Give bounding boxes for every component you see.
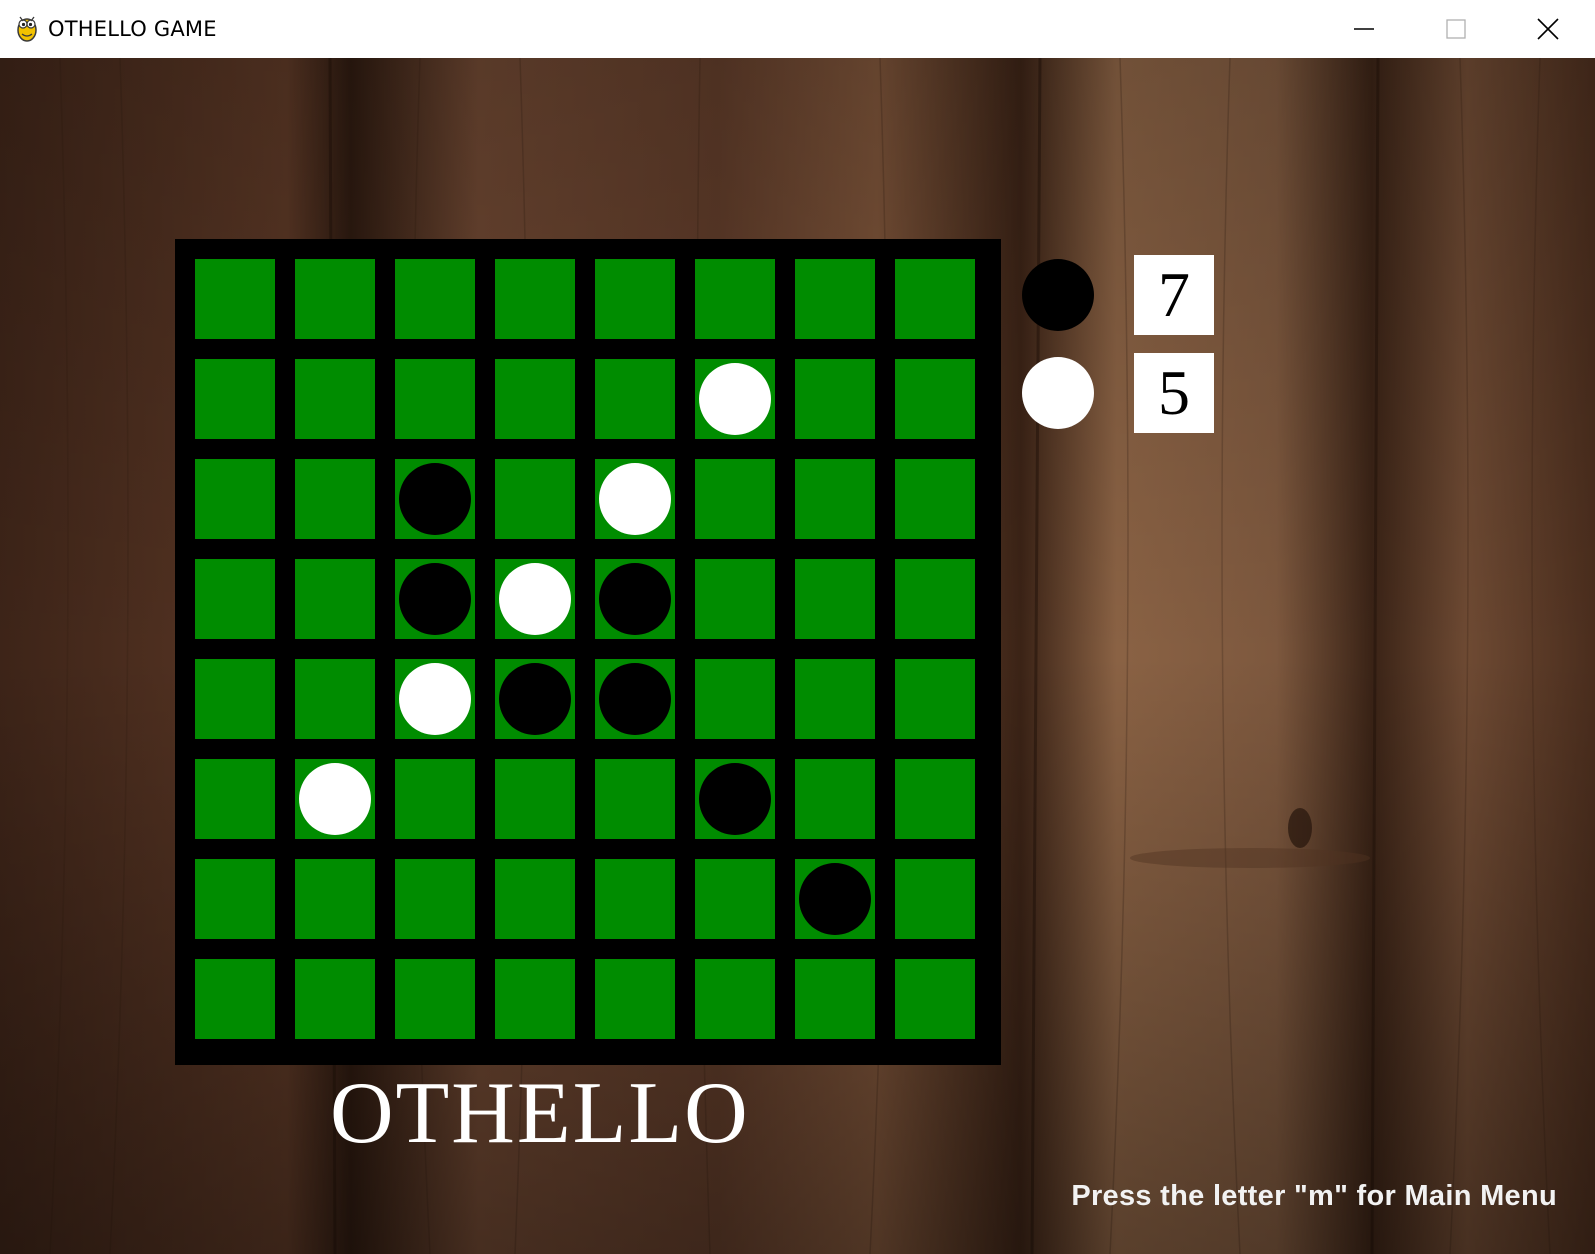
board-cell[interactable] bbox=[695, 459, 775, 539]
black-disc bbox=[599, 663, 671, 735]
board-cell[interactable] bbox=[695, 359, 775, 439]
board-cell[interactable] bbox=[195, 459, 275, 539]
board-cell[interactable] bbox=[295, 259, 375, 339]
close-icon bbox=[1537, 18, 1559, 40]
board-cell[interactable] bbox=[295, 359, 375, 439]
board-cell[interactable] bbox=[895, 459, 975, 539]
white-disc bbox=[699, 363, 771, 435]
black-disc bbox=[399, 463, 471, 535]
white-disc bbox=[299, 763, 371, 835]
game-title: OTHELLO bbox=[330, 1065, 750, 1162]
board-cell[interactable] bbox=[595, 259, 675, 339]
board-cell[interactable] bbox=[895, 359, 975, 439]
game-canvas[interactable]: 7 5 OTHELLO Press the letter "m" for Mai… bbox=[0, 58, 1595, 1254]
board-cell[interactable] bbox=[695, 959, 775, 1039]
close-button[interactable] bbox=[1502, 0, 1594, 58]
board-cell[interactable] bbox=[495, 459, 575, 539]
board-cell[interactable] bbox=[295, 959, 375, 1039]
pygame-snake-icon bbox=[17, 16, 37, 42]
board-cell[interactable] bbox=[395, 659, 475, 739]
white-score-value: 5 bbox=[1134, 353, 1214, 433]
maximize-icon bbox=[1446, 19, 1466, 39]
black-disc bbox=[699, 763, 771, 835]
window-title: OTHELLO GAME bbox=[48, 17, 217, 41]
board-cell[interactable] bbox=[495, 559, 575, 639]
board-cell[interactable] bbox=[195, 859, 275, 939]
board-cell[interactable] bbox=[395, 259, 475, 339]
board-cell[interactable] bbox=[195, 659, 275, 739]
minimize-button[interactable] bbox=[1318, 0, 1410, 58]
board-cell[interactable] bbox=[695, 659, 775, 739]
board-cell[interactable] bbox=[695, 759, 775, 839]
board-cell[interactable] bbox=[595, 859, 675, 939]
board-cell[interactable] bbox=[595, 759, 675, 839]
board-cell[interactable] bbox=[195, 759, 275, 839]
board-cell[interactable] bbox=[895, 559, 975, 639]
board-cell[interactable] bbox=[195, 559, 275, 639]
board-cell[interactable] bbox=[695, 259, 775, 339]
board-cell[interactable] bbox=[495, 959, 575, 1039]
minimize-icon bbox=[1354, 28, 1374, 30]
black-disc bbox=[599, 563, 671, 635]
board-cell[interactable] bbox=[395, 359, 475, 439]
board-cell[interactable] bbox=[795, 459, 875, 539]
board-cell[interactable] bbox=[895, 659, 975, 739]
white-disc bbox=[499, 563, 571, 635]
board-cell[interactable] bbox=[595, 359, 675, 439]
board-cell[interactable] bbox=[895, 859, 975, 939]
board-cell[interactable] bbox=[795, 559, 875, 639]
board-cell[interactable] bbox=[495, 659, 575, 739]
board-cell[interactable] bbox=[795, 759, 875, 839]
board-cell[interactable] bbox=[495, 859, 575, 939]
board-cell[interactable] bbox=[795, 659, 875, 739]
board-cell[interactable] bbox=[395, 759, 475, 839]
board-cell[interactable] bbox=[295, 659, 375, 739]
board-cell[interactable] bbox=[795, 959, 875, 1039]
black-disc bbox=[499, 663, 571, 735]
board-cell[interactable] bbox=[895, 259, 975, 339]
board-cell[interactable] bbox=[795, 359, 875, 439]
board-cell[interactable] bbox=[895, 759, 975, 839]
board-cell[interactable] bbox=[495, 359, 575, 439]
title-bar[interactable]: OTHELLO GAME bbox=[0, 0, 1595, 58]
board-cell[interactable] bbox=[795, 259, 875, 339]
board-cell[interactable] bbox=[395, 559, 475, 639]
board-cell[interactable] bbox=[395, 959, 475, 1039]
white-disc bbox=[399, 663, 471, 735]
board-cell[interactable] bbox=[395, 459, 475, 539]
black-score-value: 7 bbox=[1134, 255, 1214, 335]
white-score-disc bbox=[1022, 357, 1094, 429]
board-cell[interactable] bbox=[195, 959, 275, 1039]
board-cell[interactable] bbox=[295, 559, 375, 639]
main-menu-hint: Press the letter "m" for Main Menu bbox=[1071, 1180, 1557, 1212]
black-score-disc bbox=[1022, 259, 1094, 331]
board-cell[interactable] bbox=[595, 659, 675, 739]
app-window: OTHELLO GAME 7 5 OTHELLO Press the lette… bbox=[0, 0, 1595, 1254]
board-cell[interactable] bbox=[795, 859, 875, 939]
board-cell[interactable] bbox=[295, 759, 375, 839]
maximize-button[interactable] bbox=[1410, 0, 1502, 58]
board-cell[interactable] bbox=[595, 459, 675, 539]
board-cell[interactable] bbox=[195, 259, 275, 339]
white-disc bbox=[599, 463, 671, 535]
board-cell[interactable] bbox=[495, 259, 575, 339]
board-cell[interactable] bbox=[295, 859, 375, 939]
black-disc bbox=[799, 863, 871, 935]
board-cell[interactable] bbox=[195, 359, 275, 439]
board-cell[interactable] bbox=[695, 559, 775, 639]
board-cell[interactable] bbox=[495, 759, 575, 839]
othello-board bbox=[175, 239, 1001, 1065]
board-cell[interactable] bbox=[595, 559, 675, 639]
board-cell[interactable] bbox=[895, 959, 975, 1039]
board-cell[interactable] bbox=[295, 459, 375, 539]
black-disc bbox=[399, 563, 471, 635]
board-cell[interactable] bbox=[395, 859, 475, 939]
board-cell[interactable] bbox=[695, 859, 775, 939]
board-cell[interactable] bbox=[595, 959, 675, 1039]
